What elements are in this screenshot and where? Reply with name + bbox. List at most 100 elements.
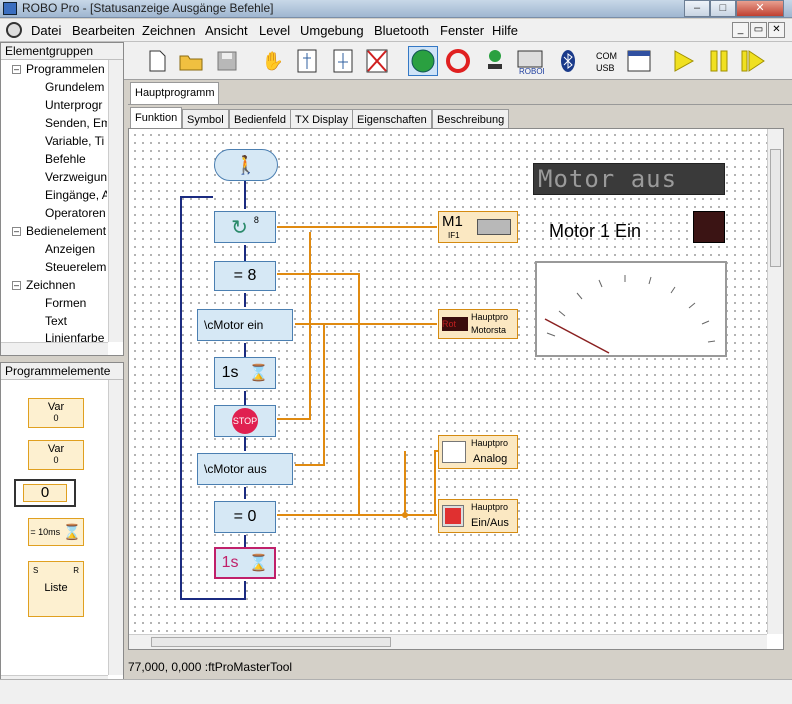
tree-item[interactable]: Variable, Ti	[45, 134, 107, 148]
canvas-vertical-scrollbar[interactable]	[767, 129, 783, 634]
hand-tool-icon[interactable]: ✋	[258, 46, 288, 76]
mdi-minimize-button[interactable]: _	[732, 22, 749, 38]
tree-item[interactable]: Grundelem	[45, 80, 107, 94]
open-folder-icon[interactable]	[176, 46, 206, 76]
tree-item[interactable]: Bedienelement	[26, 224, 108, 238]
mdi-close-button[interactable]: ✕	[768, 22, 785, 38]
tab-beschreibung[interactable]: Beschreibung	[432, 109, 510, 130]
tab-tx-display[interactable]: TX Display	[290, 109, 354, 130]
wait-block-selected[interactable]: 1s ⌛	[214, 547, 276, 579]
stop-label: STOP	[232, 416, 258, 426]
menu-level[interactable]: Level	[259, 23, 290, 38]
tree-item[interactable]: Zeichnen	[26, 278, 106, 292]
tree-item[interactable]: Verzweigun	[45, 170, 107, 184]
step-icon[interactable]	[738, 46, 768, 76]
text-command-block[interactable]: \cMotor aus	[197, 453, 293, 485]
tree-collapse-icon[interactable]: –	[12, 281, 21, 290]
wait-duration: 1s	[221, 554, 239, 571]
lamp-display-element[interactable]: Hauptpro Ein/Aus	[438, 499, 518, 533]
lcd-display: Motor aus	[533, 163, 725, 195]
tree-item[interactable]: Linienfarbe	[45, 331, 107, 342]
tree-item[interactable]: Senden, Em	[45, 116, 107, 130]
text-command-block[interactable]: \cMotor ein	[197, 309, 293, 341]
window-icon[interactable]	[624, 46, 654, 76]
constant-element[interactable]: 0	[14, 479, 76, 507]
gauge-icon	[442, 441, 466, 463]
tree-item[interactable]: Eingänge, A	[45, 188, 107, 202]
canvas-horizontal-scrollbar[interactable]	[129, 634, 767, 649]
tree-item[interactable]: Steuerelem	[45, 260, 107, 274]
svg-text:USB: USB	[596, 63, 615, 73]
loop-counter-block[interactable]: ↻ 8	[214, 211, 276, 243]
menu-bar: Datei Bearbeiten Zeichnen Ansicht Level …	[0, 19, 792, 42]
program-canvas[interactable]: 🚶 ↻ 8 = 8 \cMotor ein 1s ⌛ STOP \cMotor …	[131, 131, 767, 633]
menu-fenster[interactable]: Fenster	[440, 23, 484, 38]
vertical-scrollbar[interactable]	[108, 60, 123, 342]
tab-eigenschaften[interactable]: Eigenschaften	[352, 109, 432, 130]
tab-hauptprogramm[interactable]: Hauptprogramm	[130, 82, 220, 105]
tree-collapse-icon[interactable]: –	[12, 65, 21, 74]
status-lamp	[693, 211, 725, 243]
list-element[interactable]: S R Liste	[28, 561, 84, 617]
minimize-button[interactable]: –	[684, 0, 710, 17]
tree-item[interactable]: Unterprogr	[45, 98, 107, 112]
menu-ansicht[interactable]: Ansicht	[205, 23, 248, 38]
tab-funktion[interactable]: Funktion	[130, 107, 183, 130]
local-variable-element[interactable]: Var 0	[28, 440, 84, 470]
menu-bearbeiten[interactable]: Bearbeiten	[72, 23, 135, 38]
assign-block[interactable]: = 8	[214, 261, 276, 291]
loop-arrow-icon: ↻	[231, 216, 248, 239]
variable-value: 0	[53, 413, 59, 423]
start-online-icon[interactable]	[408, 46, 438, 76]
stop-block[interactable]: STOP	[214, 405, 276, 437]
tree-item[interactable]: Text	[45, 314, 107, 328]
menu-zeichnen[interactable]: Zeichnen	[142, 23, 195, 38]
tree-collapse-icon[interactable]: –	[12, 227, 21, 236]
variable-value: 0	[53, 455, 59, 465]
menu-umgebung[interactable]: Umgebung	[300, 23, 364, 38]
list-label: Liste	[44, 582, 68, 594]
roboif-icon[interactable]: ROBOIF	[515, 46, 545, 76]
subprogram-edit-icon[interactable]	[328, 46, 358, 76]
assign-block[interactable]: = 0	[214, 501, 276, 533]
subprogram-icon[interactable]	[292, 46, 322, 76]
menu-datei[interactable]: Datei	[31, 23, 61, 38]
window-title: ROBO Pro - [Statusanzeige Ausgänge Befeh…	[22, 1, 274, 15]
tree-item[interactable]: Programmelen	[26, 62, 106, 76]
gear-icon[interactable]	[6, 22, 22, 38]
analog-display-element[interactable]: Hauptpro Analog	[438, 435, 518, 469]
tab-bedienfeld[interactable]: Bedienfeld	[229, 109, 291, 130]
pause-icon[interactable]	[704, 46, 734, 76]
text-display-element[interactable]: Rot Hauptpro Motorsta	[438, 309, 518, 339]
test-interface-icon[interactable]	[480, 46, 510, 76]
stop-icon[interactable]	[443, 46, 473, 76]
menu-hilfe[interactable]: Hilfe	[492, 23, 518, 38]
tree-item[interactable]: Formen	[45, 296, 107, 310]
close-button[interactable]: ✕	[736, 0, 784, 17]
start-block[interactable]: 🚶	[214, 149, 278, 181]
status-bar: 77,000, 0,000 :ftProMasterTool	[128, 660, 293, 674]
save-icon[interactable]	[212, 46, 242, 76]
hourglass-icon: ⌛	[248, 555, 269, 572]
tree-item[interactable]: Anzeigen	[45, 242, 107, 256]
tree-item[interactable]: Operatoren	[45, 206, 107, 220]
start-icon: 🚶	[234, 154, 258, 175]
wait-block[interactable]: 1s ⌛	[214, 357, 276, 389]
tab-symbol[interactable]: Symbol	[182, 109, 229, 130]
tree-item[interactable]: Befehle	[45, 152, 107, 166]
mdi-restore-button[interactable]: ▭	[750, 22, 767, 38]
vertical-scrollbar[interactable]	[108, 380, 123, 675]
variable-element[interactable]: Var 0	[28, 398, 84, 428]
new-file-icon[interactable]	[142, 46, 172, 76]
maximize-button[interactable]: □	[710, 0, 736, 17]
bluetooth-icon[interactable]	[553, 46, 583, 76]
horizontal-scrollbar[interactable]	[1, 342, 108, 355]
delete-subprogram-icon[interactable]	[362, 46, 392, 76]
motor-output[interactable]: M1 IF1	[438, 211, 518, 243]
lcd-text: Motor aus	[538, 165, 678, 193]
variable-label: Var	[47, 401, 65, 413]
menu-bluetooth[interactable]: Bluetooth	[374, 23, 429, 38]
play-icon[interactable]	[668, 46, 698, 76]
timer-variable-element[interactable]: = 10ms ⌛	[28, 518, 84, 546]
com-usb-icon[interactable]: COM USB	[589, 46, 619, 76]
